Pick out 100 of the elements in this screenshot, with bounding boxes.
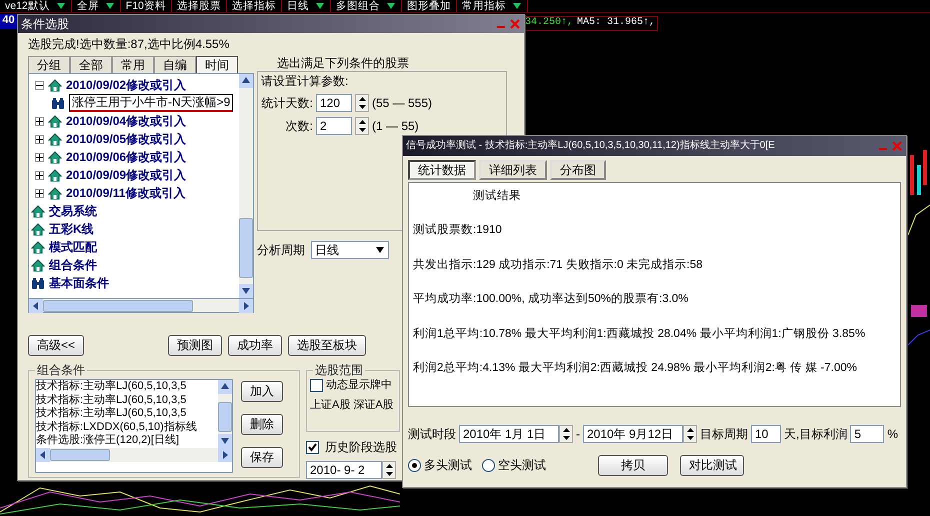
tab[interactable]: 常用 xyxy=(112,56,154,73)
plus-icon xyxy=(36,118,43,124)
toolbar-menu[interactable]: F10资料 xyxy=(120,0,172,12)
action-button[interactable]: 选股至板块 xyxy=(288,335,366,356)
range-text: (1 — 55) xyxy=(372,118,419,134)
close-icon xyxy=(891,140,903,152)
percent-text: % xyxy=(887,426,898,442)
date-field[interactable]: 2010年 1月 1日 xyxy=(459,425,559,443)
tree-item[interactable]: 五彩K线 xyxy=(49,222,94,236)
house-icon xyxy=(48,132,62,146)
checkbox[interactable] xyxy=(310,379,323,392)
expand-toggle[interactable] xyxy=(35,134,44,144)
down-arrow-icon xyxy=(386,472,392,476)
dash-text: - xyxy=(576,426,580,442)
minimize-icon xyxy=(879,148,887,150)
house-icon xyxy=(31,240,45,254)
market-list: 上证A股 深证A股 xyxy=(310,398,393,412)
toolbar-menu[interactable]: 常用指标 xyxy=(456,0,528,12)
tab[interactable]: 自编 xyxy=(154,56,196,73)
toolbar-menu[interactable]: 图形叠加 xyxy=(402,0,457,12)
expand-toggle[interactable] xyxy=(35,116,44,126)
tree-item[interactable]: 组合条件 xyxy=(49,258,97,272)
action-button[interactable]: 保存 xyxy=(241,447,283,468)
checkbox[interactable] xyxy=(306,441,319,454)
list-item[interactable]: 技术指标:主动率LJ(60,5,10,3,5 xyxy=(36,394,218,407)
dropdown-arrow-icon xyxy=(512,1,522,11)
up-arrow-icon xyxy=(358,120,366,124)
number-field[interactable]: 5 xyxy=(850,425,884,443)
tab[interactable]: 分组 xyxy=(28,56,70,73)
action-button[interactable]: 删除 xyxy=(241,414,283,435)
radio-button[interactable] xyxy=(482,459,495,472)
list-item[interactable]: 技术指标:主动率LJ(60,5,10,3,5 xyxy=(36,407,218,420)
down-arrow-icon xyxy=(241,286,251,296)
tab[interactable]: 统计数据 xyxy=(408,160,476,180)
vertical-scrollbar[interactable] xyxy=(218,380,232,448)
spin-button[interactable] xyxy=(559,425,573,443)
spin-button[interactable] xyxy=(355,94,369,112)
binoculars-icon xyxy=(51,96,65,110)
period-dropdown[interactable]: 日线 xyxy=(311,241,389,259)
toolbar-menu[interactable]: 选择指标 xyxy=(226,0,282,12)
tree-item[interactable]: 2010/09/05修改或引入 xyxy=(66,132,186,146)
number-field[interactable]: 10 xyxy=(751,425,781,443)
action-button[interactable]: 高级<< xyxy=(28,335,84,356)
tree-item[interactable]: 2010/09/04修改或引入 xyxy=(66,114,186,128)
result-line: 平均成功率:100.00%, 成功率达到50%的股票有:3.0% xyxy=(413,292,690,306)
toolbar-menu[interactable]: 日线 xyxy=(282,0,331,12)
toolbar-menu[interactable]: 多图组合 xyxy=(330,0,402,12)
house-icon xyxy=(48,114,62,128)
number-field[interactable]: 2 xyxy=(316,117,352,135)
minimize-icon xyxy=(497,26,505,28)
tree-item[interactable]: 2010/09/06修改或引入 xyxy=(66,150,186,164)
date-field[interactable]: 2010- 9- 2 xyxy=(306,461,382,479)
dropdown-arrow-icon xyxy=(314,1,325,11)
check-icon xyxy=(308,443,317,452)
plus-icon xyxy=(36,172,43,178)
tree-item[interactable]: 模式匹配 xyxy=(49,240,97,254)
tree-item[interactable]: 涨停王用于小牛市-N天涨幅>9 xyxy=(69,94,234,112)
dropdown-arrow-icon xyxy=(386,1,396,11)
horizontal-scrollbar[interactable] xyxy=(36,448,232,462)
action-button[interactable]: 拷贝 xyxy=(598,455,668,476)
checkbox-label: 动态显示牌中 xyxy=(326,379,392,393)
expand-toggle[interactable] xyxy=(35,170,44,180)
checkbox-label: 历史阶段选股 xyxy=(325,440,397,455)
spin-button[interactable] xyxy=(683,425,697,443)
toolbar-menu[interactable]: 选择股票 xyxy=(172,0,227,12)
collapse-toggle[interactable] xyxy=(35,80,44,90)
tree-item[interactable]: 2010/09/09修改或引入 xyxy=(66,168,186,182)
up-arrow-icon xyxy=(386,464,392,468)
action-button[interactable]: 预测图 xyxy=(168,335,222,356)
group-title: 组合条件 xyxy=(35,363,87,378)
action-button[interactable]: 成功率 xyxy=(228,335,282,356)
vertical-scrollbar[interactable] xyxy=(239,74,253,298)
toolbar-menu[interactable]: 全屏 xyxy=(72,0,121,12)
tab[interactable]: 时间 xyxy=(196,56,238,73)
list-item[interactable]: 条件选股:涨停王(120,2)[日线] xyxy=(36,434,218,448)
horizontal-scrollbar[interactable] xyxy=(28,299,254,313)
tree-item[interactable]: 2010/09/11修改或引入 xyxy=(66,186,186,200)
up-arrow-icon xyxy=(220,382,230,392)
expand-toggle[interactable] xyxy=(35,188,44,198)
expand-toggle[interactable] xyxy=(35,152,44,162)
up-arrow-icon xyxy=(562,428,570,432)
action-button[interactable]: 对比测试 xyxy=(680,455,744,476)
tree-item[interactable]: 交易系统 xyxy=(49,204,97,218)
tab[interactable]: 全部 xyxy=(70,56,112,73)
number-field[interactable]: 120 xyxy=(316,94,352,112)
spin-button[interactable] xyxy=(382,461,396,479)
tab[interactable]: 详细列表 xyxy=(479,160,547,180)
list-item[interactable]: 技术指标:LXDDX(60,5,10)指标线 xyxy=(36,420,218,434)
up-arrow-icon xyxy=(241,76,251,86)
toolbar-menu[interactable]: ve12默认 xyxy=(0,0,72,12)
tree-item[interactable]: 2010/09/02修改或引入 xyxy=(66,78,186,92)
tree-item[interactable]: 基本面条件 xyxy=(49,276,109,290)
action-button[interactable]: 加入 xyxy=(241,381,283,402)
panel-heading: 选出满足下列条件的股票 xyxy=(276,56,410,71)
date-field[interactable]: 2010年 9月12日 xyxy=(583,425,683,443)
result-line: 测试股票数:1910 xyxy=(413,223,503,238)
list-item[interactable]: 技术指标:主动率LJ(60,5,10,3,5 xyxy=(36,380,218,394)
tab[interactable]: 分布图 xyxy=(550,160,606,180)
spin-button[interactable] xyxy=(355,117,369,135)
radio-button[interactable] xyxy=(408,459,421,472)
